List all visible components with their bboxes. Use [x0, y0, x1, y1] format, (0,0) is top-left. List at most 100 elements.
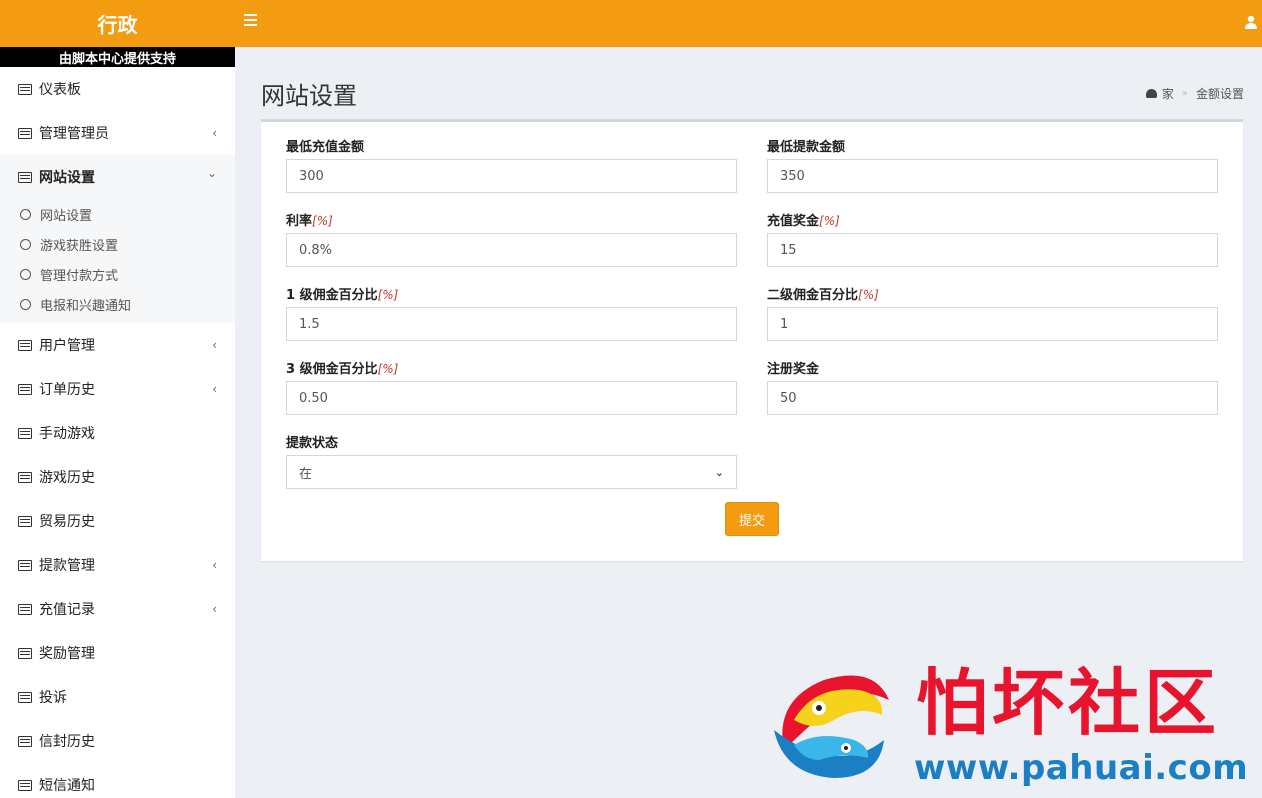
circle-icon [20, 268, 31, 280]
sidebar-item-label: 游戏历史 [39, 470, 95, 486]
level1-commission-input[interactable]: 1.5 [286, 307, 737, 341]
circle-icon [20, 238, 31, 250]
list-icon [18, 383, 32, 395]
settings-form-card: 最低充值金额 300 最低提款金额 350 利率[%] 0.8% 充值奖金[%]… [261, 119, 1243, 561]
field-label: 利率[%] [286, 214, 333, 229]
chevron-left-icon: ‹ [212, 126, 217, 140]
submenu-item-payment-methods[interactable]: 管理付款方式 [0, 259, 235, 289]
list-icon [18, 471, 32, 483]
min-withdraw-input[interactable]: 350 [767, 159, 1218, 193]
level2-commission-input[interactable]: 1 [767, 307, 1218, 341]
watermark-url: www.pahuai.com [914, 748, 1249, 788]
sidebar-item-trade-history[interactable]: 贸易历史 [0, 499, 235, 543]
field-rate: 利率[%] 0.8% [286, 210, 737, 267]
sidebar-item-envelope-history[interactable]: 信封历史 [0, 719, 235, 763]
sidebar-item-label: 提款管理 [39, 558, 95, 574]
field-label: 3 级佣金百分比[%] [286, 362, 399, 377]
field-register-bonus: 注册奖金 50 [767, 358, 1218, 415]
sidebar-item-recharge[interactable]: 充值记录 ‹ [0, 587, 235, 631]
field-label: 提款状态 [286, 436, 339, 451]
field-label: 充值奖金[%] [767, 214, 840, 229]
page-title: 网站设置 [261, 82, 357, 110]
submenu-item-site-settings[interactable]: 网站设置 [0, 199, 235, 229]
recharge-bonus-input[interactable]: 15 [767, 233, 1218, 267]
chevron-down-icon: ⌄ [206, 166, 217, 180]
fish-logo-icon [774, 675, 889, 778]
field-label: 1 级佣金百分比[%] [286, 288, 399, 303]
field-label: 注册奖金 [767, 362, 820, 377]
circle-icon [20, 208, 31, 220]
list-icon [18, 83, 32, 95]
sidebar-item-label: 信封历史 [39, 734, 95, 750]
sidebar-item-label: 投诉 [39, 690, 67, 706]
sidebar-item-admins[interactable]: 管理管理员 ‹ [0, 111, 235, 155]
sidebar-item-orders[interactable]: 订单历史 ‹ [0, 367, 235, 411]
chevron-left-icon: ‹ [212, 338, 217, 352]
field-level1-commission: 1 级佣金百分比[%] 1.5 [286, 284, 737, 341]
breadcrumb-current: 金额设置 [1195, 87, 1244, 101]
list-icon [18, 779, 32, 791]
sidebar-item-site-settings[interactable]: 网站设置 ⌄ [0, 155, 235, 199]
sidebar-item-label: 仪表板 [39, 82, 81, 98]
list-icon [18, 427, 32, 439]
sidebar-item-label: 网站设置 [39, 170, 95, 186]
field-label: 二级佣金百分比[%] [767, 288, 879, 303]
sidebar-item-label: 用户管理 [39, 338, 95, 354]
sidebar-item-label: 贸易历史 [39, 514, 95, 530]
min-recharge-input[interactable]: 300 [286, 159, 737, 193]
list-icon [18, 691, 32, 703]
chevron-left-icon: ‹ [212, 602, 217, 616]
sidebar-item-label: 充值记录 [39, 602, 95, 618]
circle-icon [20, 298, 31, 310]
level3-commission-input[interactable]: 0.50 [286, 381, 737, 415]
sidebar-item-label: 管理管理员 [39, 126, 109, 142]
sidebar-item-sms[interactable]: 短信通知 [0, 763, 235, 798]
submenu-item-telegram-notify[interactable]: 电报和兴趣通知 [0, 289, 235, 319]
hamburger-icon[interactable] [244, 14, 257, 28]
list-icon [18, 515, 32, 527]
list-icon [18, 735, 32, 747]
list-icon [18, 339, 32, 351]
list-icon [18, 171, 32, 183]
field-level2-commission: 二级佣金百分比[%] 1 [767, 284, 1218, 341]
sidebar-item-game-history[interactable]: 游戏历史 [0, 455, 235, 499]
dashboard-icon [1145, 89, 1157, 98]
watermark-text: 怕坏社区 [916, 661, 1221, 745]
sidebar-item-manual-game[interactable]: 手动游戏 [0, 411, 235, 455]
field-label: 最低充值金额 [286, 140, 365, 155]
field-label: 最低提款金额 [767, 140, 846, 155]
list-icon [18, 559, 32, 571]
top-navbar: 行政 [0, 0, 1262, 47]
breadcrumb-separator: » [1181, 88, 1188, 99]
list-icon [18, 647, 32, 659]
watermark: 怕坏社区 www.pahuai.com [764, 660, 1254, 790]
sidebar-item-rewards[interactable]: 奖励管理 [0, 631, 235, 675]
sidebar-item-dashboard[interactable]: 仪表板 [0, 67, 235, 111]
withdraw-status-select[interactable]: 在 ⌄ [286, 455, 737, 489]
rate-input[interactable]: 0.8% [286, 233, 737, 267]
sidebar-item-withdraw[interactable]: 提款管理 ‹ [0, 543, 235, 587]
field-level3-commission: 3 级佣金百分比[%] 0.50 [286, 358, 737, 415]
breadcrumb-home[interactable]: 家 [1162, 85, 1174, 102]
sidebar-item-label: 奖励管理 [39, 646, 95, 662]
sidebar-item-complaints[interactable]: 投诉 [0, 675, 235, 719]
sidebar-submenu: 网站设置 游戏获胜设置 管理付款方式 电报和兴趣通知 [0, 199, 235, 323]
sidebar: 由脚本中心提供支持 仪表板 管理管理员 ‹ 网站设置 ⌄ 网站设置 游戏获胜设置… [0, 47, 235, 798]
list-icon [18, 127, 32, 139]
app-logo[interactable]: 行政 [0, 0, 235, 47]
field-min-withdraw: 最低提款金额 350 [767, 136, 1218, 193]
select-value: 在 [299, 466, 313, 482]
submenu-item-label: 网站设置 [40, 208, 93, 224]
sidebar-item-label: 订单历史 [39, 382, 95, 398]
register-bonus-input[interactable]: 50 [767, 381, 1218, 415]
chevron-down-icon: ⌄ [714, 465, 724, 479]
field-min-recharge: 最低充值金额 300 [286, 136, 737, 193]
sidebar-item-users[interactable]: 用户管理 ‹ [0, 323, 235, 367]
sidebar-item-label: 手动游戏 [39, 426, 95, 442]
submenu-item-game-win-settings[interactable]: 游戏获胜设置 [0, 229, 235, 259]
submenu-item-label: 管理付款方式 [40, 268, 119, 284]
user-icon[interactable] [1245, 15, 1257, 29]
list-icon [18, 603, 32, 615]
submit-button[interactable]: 提交 [725, 502, 779, 536]
field-recharge-bonus: 充值奖金[%] 15 [767, 210, 1218, 267]
